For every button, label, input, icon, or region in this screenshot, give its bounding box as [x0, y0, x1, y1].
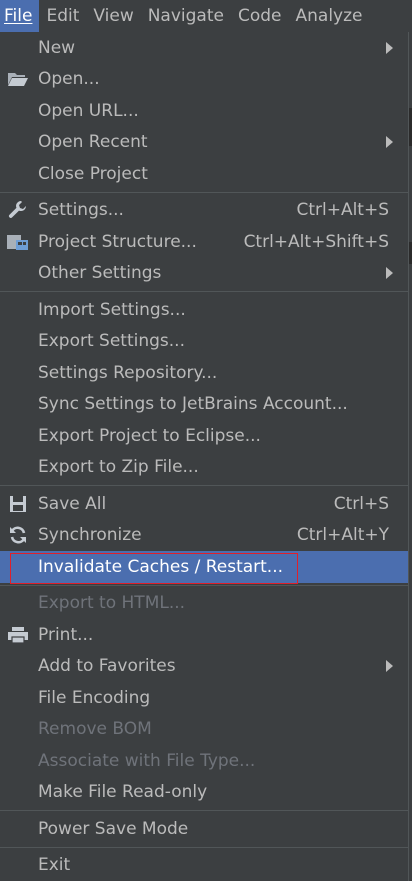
- shortcut-label: Ctrl+Alt+Y: [296, 525, 389, 546]
- menu-item-label: Open URL...: [38, 100, 139, 121]
- menu-item-label: Remove BOM: [38, 719, 152, 740]
- menu-item-label: Open Recent: [38, 132, 148, 153]
- printer-icon: [7, 625, 29, 645]
- menu-item-invalidate-caches[interactable]: Invalidate Caches / Restart...: [0, 551, 408, 584]
- menu-item-print[interactable]: Print...: [0, 619, 408, 651]
- menu-item-export-zip[interactable]: Export to Zip File...: [0, 452, 408, 484]
- menu-item-synchronize[interactable]: Synchronize Ctrl+Alt+Y: [0, 520, 408, 552]
- menu-navigate-label: Navigate: [147, 6, 224, 26]
- menu-item-new[interactable]: New: [0, 32, 408, 64]
- menu-analyze[interactable]: Analyze: [289, 0, 370, 32]
- menu-item-sync-settings[interactable]: Sync Settings to JetBrains Account...: [0, 389, 408, 421]
- menu-separator: [0, 291, 408, 292]
- menu-item-add-favorites[interactable]: Add to Favorites: [0, 651, 408, 683]
- menu-item-label: Export to HTML...: [38, 593, 186, 614]
- menu-item-label: New: [38, 37, 76, 58]
- menu-item-import-settings[interactable]: Import Settings...: [0, 294, 408, 326]
- menu-item-label: Associate with File Type...: [38, 750, 256, 771]
- menu-item-exit[interactable]: Exit: [0, 850, 408, 881]
- project-structure-icon: [7, 232, 29, 252]
- menu-item-save-all[interactable]: Save All Ctrl+S: [0, 488, 408, 520]
- shortcut-label: Ctrl+Alt+Shift+S: [243, 231, 389, 252]
- menu-code-label: Code: [237, 6, 282, 26]
- menu-item-open[interactable]: Open...: [0, 64, 408, 96]
- menu-item-file-encoding[interactable]: File Encoding: [0, 682, 408, 714]
- menu-separator: [0, 846, 408, 848]
- menu-item-label: Settings Repository...: [38, 362, 218, 383]
- menu-separator: [0, 584, 408, 586]
- menu-item-label: Add to Favorites: [38, 656, 176, 677]
- menu-item-remove-bom: Remove BOM: [0, 714, 408, 746]
- menu-item-label: Export Settings...: [38, 331, 185, 352]
- menu-edit-label: Edit: [46, 6, 80, 26]
- menu-item-label: Sync Settings to JetBrains Account...: [38, 394, 348, 415]
- menu-item-export-eclipse[interactable]: Export Project to Eclipse...: [0, 420, 408, 452]
- file-menu-dropdown: New Open... Open URL... Open Recent Clos…: [0, 32, 409, 881]
- menu-item-other-settings[interactable]: Other Settings: [0, 258, 408, 290]
- menu-item-label: Synchronize: [38, 525, 142, 546]
- menu-item-label: Other Settings: [38, 263, 162, 284]
- menu-item-label: File Encoding: [38, 687, 151, 708]
- menu-item-label: Open...: [38, 69, 100, 90]
- shortcut-label: Ctrl+S: [333, 493, 389, 514]
- menu-item-power-save-mode[interactable]: Power Save Mode: [0, 813, 408, 845]
- folder-open-icon: [7, 69, 29, 89]
- menu-bar: File Edit View Navigate Code Analyze: [0, 0, 412, 32]
- menu-edit[interactable]: Edit: [39, 0, 86, 32]
- menu-item-label: Export to Zip File...: [38, 457, 199, 478]
- menu-item-project-structure[interactable]: Project Structure... Ctrl+Alt+Shift+S: [0, 226, 408, 258]
- menu-view[interactable]: View: [86, 0, 140, 32]
- menu-item-export-html: Export to HTML...: [0, 588, 408, 620]
- menu-item-label: Save All: [38, 493, 107, 514]
- menu-separator: [0, 191, 408, 193]
- menu-item-close-project[interactable]: Close Project: [0, 158, 408, 190]
- menu-file-label: File: [4, 6, 33, 26]
- chevron-right-icon: [386, 660, 393, 673]
- refresh-icon: [7, 525, 29, 545]
- menu-item-open-url[interactable]: Open URL...: [0, 95, 408, 127]
- wrench-icon: [7, 200, 29, 220]
- chevron-right-icon: [386, 41, 393, 54]
- menu-code[interactable]: Code: [231, 0, 289, 32]
- menu-item-label: Print...: [38, 624, 94, 645]
- menu-analyze-label: Analyze: [295, 6, 363, 26]
- menu-item-label: Project Structure...: [38, 231, 197, 252]
- menu-item-export-settings[interactable]: Export Settings...: [0, 326, 408, 358]
- menu-item-label: Settings...: [38, 200, 124, 221]
- menu-navigate[interactable]: Navigate: [141, 0, 231, 32]
- menu-item-label: Exit: [38, 855, 71, 876]
- menu-item-settings[interactable]: Settings... Ctrl+Alt+S: [0, 195, 408, 227]
- menu-file[interactable]: File: [0, 0, 40, 32]
- menu-item-label: Power Save Mode: [38, 818, 189, 839]
- chevron-right-icon: [386, 267, 393, 280]
- chevron-right-icon: [386, 136, 393, 149]
- menu-item-make-read-only[interactable]: Make File Read-only: [0, 777, 408, 809]
- menu-item-label: Export Project to Eclipse...: [38, 425, 261, 446]
- annotation-highlight-box: [10, 553, 298, 584]
- menu-item-label: Import Settings...: [38, 299, 186, 320]
- floppy-disk-icon: [7, 494, 29, 514]
- menu-item-open-recent[interactable]: Open Recent: [0, 127, 408, 159]
- menu-item-settings-repository[interactable]: Settings Repository...: [0, 357, 408, 389]
- menu-item-associate-file-type: Associate with File Type...: [0, 745, 408, 777]
- menu-view-label: View: [93, 6, 134, 26]
- menu-separator: [0, 485, 408, 486]
- menu-item-label: Make File Read-only: [38, 782, 208, 803]
- shortcut-label: Ctrl+Alt+S: [296, 200, 389, 221]
- menu-separator: [0, 810, 408, 811]
- menu-item-label: Close Project: [38, 163, 148, 184]
